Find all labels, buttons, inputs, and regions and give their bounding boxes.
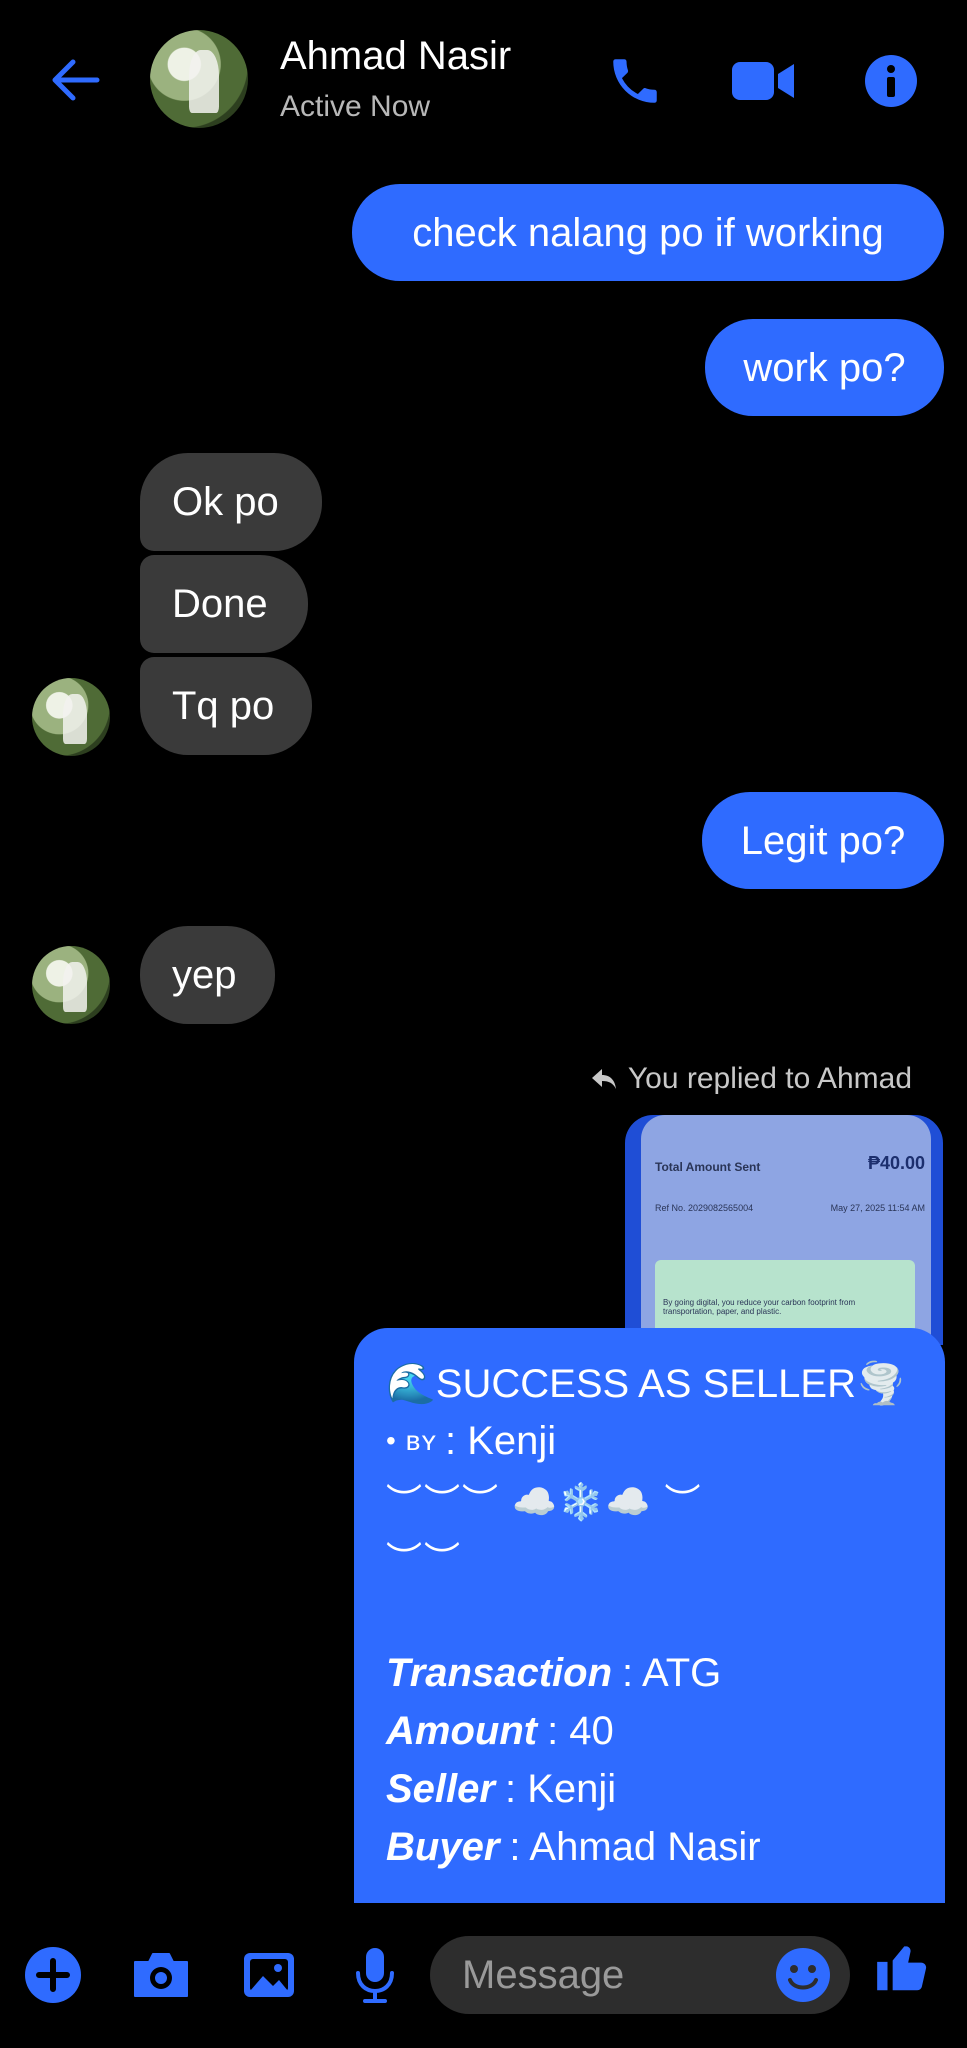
card-field-label: Amount [386, 1708, 538, 1753]
card-field-value: : 40 [547, 1708, 614, 1753]
receipt-date: May 27, 2025 11:54 AM [830, 1203, 925, 1213]
contact-status: Active Now [280, 90, 431, 123]
outgoing-card-message[interactable]: 🌊SUCCESS AS SELLER🌪️ • ʙʏ : Kenji ︶︶︶ ☁️… [354, 1328, 945, 1903]
card-field-value: : Ahmad Nasir [509, 1824, 761, 1869]
card-field-value: : Kenji [504, 1766, 617, 1811]
card-field-label: Seller [386, 1766, 495, 1811]
card-spacer [386, 1586, 913, 1644]
reply-indicator: You replied to Ahmad [590, 1062, 912, 1096]
call-button[interactable] [600, 46, 670, 116]
message-composer [0, 1910, 967, 2048]
message-box[interactable] [430, 1936, 850, 2014]
emoji-button[interactable] [774, 1946, 832, 2004]
receipt-amount: ₱40.00 [867, 1153, 925, 1173]
plus-icon [25, 1947, 81, 2003]
video-icon [732, 62, 794, 100]
card-field-label: Buyer [386, 1824, 500, 1869]
outgoing-message[interactable]: check nalang po if working [352, 184, 944, 281]
emoji-icon [776, 1948, 830, 2002]
chat-header: Ahmad Nasir Active Now [0, 0, 967, 160]
card-by-label: • ʙʏ [386, 1425, 438, 1456]
camera-button[interactable] [126, 1940, 196, 2010]
receipt-ref: Ref No. 2029082565004 [655, 1203, 754, 1213]
more-actions-button[interactable] [18, 1940, 88, 2010]
card-field: Seller : Kenji [386, 1760, 913, 1818]
contact-avatar-small[interactable] [32, 678, 110, 756]
microphone-icon [356, 1948, 394, 2003]
card-by-line: • ʙʏ : Kenji [386, 1412, 913, 1470]
card-decoration: ︶︶ [386, 1539, 463, 1580]
receipt-title: Total Amount Sent [655, 1160, 761, 1174]
reply-arrow-icon [591, 1069, 616, 1089]
incoming-message[interactable]: Ok po [140, 453, 322, 551]
card-field: Transaction : ATG [386, 1644, 913, 1702]
message-input[interactable] [462, 1936, 762, 2014]
incoming-message[interactable]: Tq po [140, 657, 312, 755]
back-arrow-icon [52, 59, 100, 101]
card-by-value: : Kenji [445, 1418, 557, 1463]
gallery-button[interactable] [234, 1940, 304, 2010]
replied-image-thumbnail[interactable]: Total Amount Sent ₱40.00 Ref No. 2029082… [625, 1115, 943, 1345]
incoming-message[interactable]: yep [140, 926, 275, 1024]
image-icon [244, 1953, 294, 1997]
like-button[interactable] [868, 1932, 938, 2002]
info-icon [865, 55, 917, 107]
card-field-value: : ATG [622, 1650, 722, 1695]
outgoing-message[interactable]: Legit po? [702, 792, 944, 889]
video-call-button[interactable] [728, 46, 798, 116]
card-field: Buyer : Ahmad Nasir [386, 1818, 913, 1876]
outgoing-message[interactable]: work po? [705, 319, 944, 416]
contact-avatar[interactable] [150, 30, 248, 128]
reply-label: You replied to Ahmad [627, 1062, 912, 1095]
voice-button[interactable] [340, 1940, 410, 2010]
info-button[interactable] [856, 46, 926, 116]
contact-name[interactable]: Ahmad Nasir [280, 34, 511, 79]
card-decoration: ︶︶︶ ☁️❄️☁️ ︶ [386, 1481, 703, 1522]
thumbs-up-icon [877, 1946, 927, 1991]
back-button[interactable] [40, 50, 110, 110]
card-field: Amount : 40 [386, 1702, 913, 1760]
contact-avatar-small[interactable] [32, 946, 110, 1024]
camera-icon [134, 1953, 188, 1997]
phone-icon [613, 59, 657, 103]
card-field-label: Transaction [386, 1650, 612, 1695]
incoming-message[interactable]: Done [140, 555, 308, 653]
receipt-eco-text: By going digital, you reduce your carbon… [663, 1298, 856, 1316]
card-title: 🌊SUCCESS AS SELLER🌪️ [386, 1361, 906, 1406]
